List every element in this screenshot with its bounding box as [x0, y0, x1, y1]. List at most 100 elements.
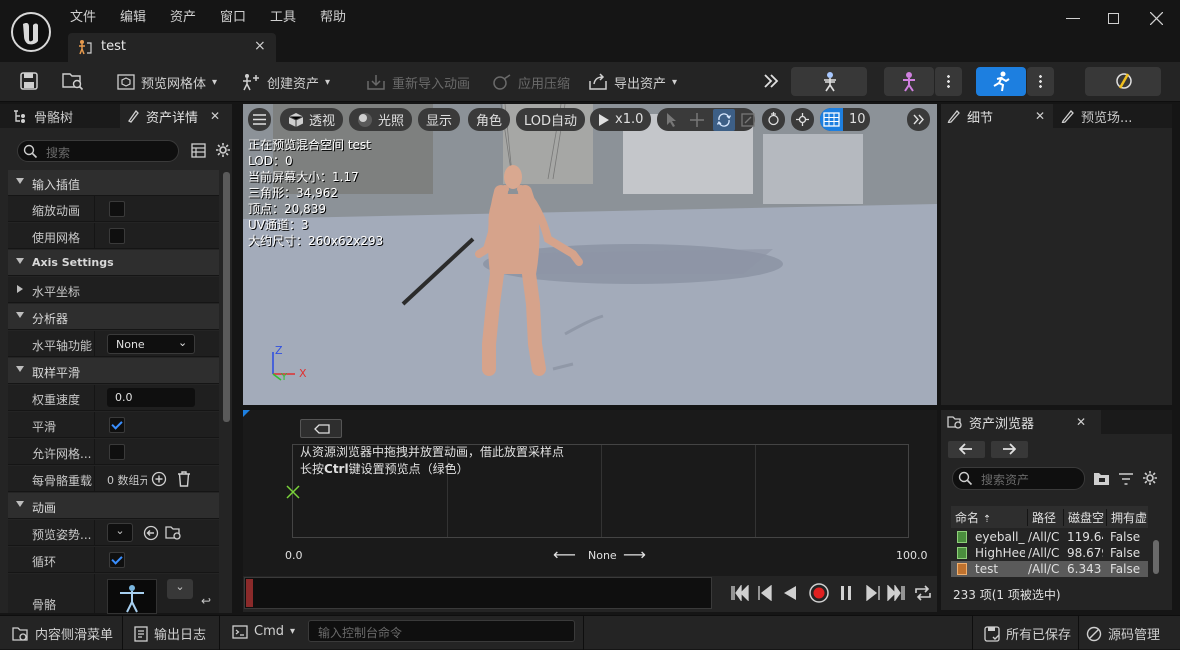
camera-focus-button[interactable] [762, 108, 785, 131]
record-icon[interactable] [808, 582, 830, 604]
category-axis-settings[interactable]: Axis Settings [8, 250, 219, 276]
menu-window[interactable]: 窗口 [220, 6, 246, 25]
grid-snap-value[interactable]: 10 [849, 112, 866, 127]
save-all-status[interactable]: 所有已保存 [984, 624, 1071, 643]
tab-preview-scene[interactable]: 预览场... [1055, 104, 1172, 128]
close-tab-button[interactable]: ✕ [210, 109, 220, 123]
menu-asset[interactable]: 资产 [170, 6, 196, 25]
preview-pose-dropdown[interactable]: ⌄ [107, 523, 133, 542]
allow-grid-checkbox[interactable] [109, 444, 125, 460]
physics-mode-button[interactable] [1085, 67, 1161, 96]
close-tab-button[interactable]: ✕ [1076, 415, 1086, 429]
property-horizontal-axis[interactable]: 水平坐标 [8, 277, 219, 303]
header-name[interactable]: 命名 ⇡ [955, 509, 991, 526]
play-reverse-icon[interactable] [782, 585, 798, 601]
back-button[interactable] [300, 419, 342, 438]
expand-toolbar-icon[interactable] [763, 74, 779, 88]
preview-viewport[interactable]: 透视 光照 显示 角色 LOD自动 x1.0 10 正在预览混合空间 test … [243, 104, 937, 405]
mesh-mode-button[interactable] [884, 67, 934, 96]
viewport-more-button[interactable] [907, 108, 930, 131]
asset-row-selected[interactable]: test /All/C 6.343 False [951, 561, 1148, 577]
filter-icon[interactable] [1118, 472, 1134, 486]
minimize-button[interactable] [1066, 18, 1080, 19]
loop-icon[interactable] [913, 584, 933, 602]
smooth-checkbox[interactable] [109, 417, 125, 433]
history-forward-button[interactable] [991, 441, 1028, 458]
trash-icon[interactable] [177, 471, 191, 487]
preview-point-marker-icon[interactable] [286, 485, 300, 499]
header-has-virtual[interactable]: 拥有虚 [1106, 509, 1151, 526]
scale-icon[interactable] [741, 112, 755, 127]
details-scrollbar[interactable] [223, 172, 230, 422]
menu-help[interactable]: 帮助 [320, 6, 346, 25]
mesh-mode-options-button[interactable] [934, 67, 962, 96]
timeline-track[interactable] [244, 577, 712, 609]
use-grid-checkbox[interactable] [109, 228, 125, 244]
skeleton-mode-button[interactable] [791, 67, 867, 96]
use-selected-icon[interactable] [143, 525, 159, 541]
scale-animation-checkbox[interactable] [109, 201, 125, 217]
close-tab-button[interactable]: ✕ [1035, 109, 1045, 123]
viewport-options-button[interactable] [248, 108, 271, 131]
select-icon[interactable] [665, 112, 679, 128]
document-tab[interactable]: test × [68, 33, 276, 62]
output-log-button[interactable]: 输出日志 [134, 624, 206, 643]
folder-icon[interactable] [1093, 471, 1111, 487]
step-back-icon[interactable] [757, 585, 773, 601]
horizontal-axis-function-dropdown[interactable]: None ⌄ [107, 334, 195, 354]
category-input-interpolation[interactable]: 输入插值 [8, 170, 219, 196]
skip-to-end-icon[interactable] [886, 585, 906, 601]
category-analyzer[interactable]: 分析器 [8, 304, 219, 330]
details-search-box[interactable]: 搜索 [17, 140, 179, 162]
asset-row[interactable]: HighHee /All/C 98.679 False [951, 545, 1148, 561]
skip-to-start-icon[interactable] [730, 585, 750, 601]
menu-tools[interactable]: 工具 [270, 6, 296, 25]
preview-mesh-button[interactable]: 预览网格体 ▾ [117, 68, 217, 96]
animation-mode-options-button[interactable] [1027, 67, 1054, 96]
category-animation[interactable]: 动画 [8, 493, 219, 519]
perspective-button[interactable]: 透视 [280, 108, 344, 131]
close-tab-button[interactable]: × [254, 38, 266, 54]
tab-asset-browser[interactable]: 资产浏览器 ✕ [941, 410, 1101, 434]
rotate-icon[interactable] [713, 108, 735, 131]
skeleton-thumbnail[interactable] [107, 579, 157, 614]
tab-skeleton-tree[interactable]: 骨骼树 [8, 104, 118, 128]
menu-edit[interactable]: 编辑 [120, 6, 146, 25]
loop-checkbox[interactable] [109, 552, 125, 568]
add-element-icon[interactable] [151, 471, 167, 487]
header-disk-size[interactable]: 磁盘空 [1063, 509, 1108, 526]
lod-button[interactable]: LOD自动 [516, 108, 586, 131]
menu-file[interactable]: 文件 [70, 6, 96, 25]
maximize-button[interactable] [1108, 13, 1119, 24]
history-back-button[interactable] [948, 441, 985, 458]
asset-search-box[interactable]: 搜索资产 [952, 467, 1085, 490]
browse-asset-icon[interactable] [62, 71, 84, 91]
close-window-button[interactable] [1150, 12, 1163, 25]
tab-details[interactable]: 细节 ✕ [941, 104, 1053, 128]
save-icon[interactable] [20, 72, 38, 90]
category-sample-smoothing[interactable]: 取样平滑 [8, 358, 219, 384]
playback-speed-button[interactable]: x1.0 [590, 108, 652, 131]
create-asset-button[interactable]: 创建资产 ▾ [241, 68, 330, 96]
show-button[interactable]: 显示 [418, 108, 461, 131]
cmd-dropdown[interactable]: Cmd ▾ [232, 624, 295, 639]
console-input[interactable]: 输入控制台命令 [308, 620, 575, 642]
pause-icon[interactable] [840, 585, 852, 601]
gear-icon[interactable] [1142, 470, 1158, 486]
playhead[interactable] [246, 579, 253, 607]
table-view-icon[interactable] [191, 143, 206, 158]
character-button[interactable]: 角色 [468, 108, 511, 131]
gear-icon[interactable] [215, 142, 231, 158]
animation-mode-button[interactable] [976, 67, 1026, 96]
lighting-mode-button[interactable]: 光照 [349, 108, 413, 131]
weight-speed-input[interactable]: 0.0 [107, 388, 195, 407]
reset-arrow-icon[interactable]: ↩ [201, 594, 211, 608]
export-asset-button[interactable]: 导出资产 ▾ [588, 68, 677, 96]
grid-snap-icon[interactable] [820, 108, 843, 131]
asset-list-scrollbar[interactable] [1153, 540, 1159, 574]
apply-compression-button[interactable]: 应用压缩 [492, 68, 570, 96]
content-drawer-button[interactable]: 内容侧滑菜单 [12, 624, 113, 643]
tab-asset-details[interactable]: 资产详情 ✕ [120, 104, 232, 128]
surface-snap-button[interactable] [791, 108, 814, 131]
unreal-logo-icon[interactable] [10, 11, 52, 53]
